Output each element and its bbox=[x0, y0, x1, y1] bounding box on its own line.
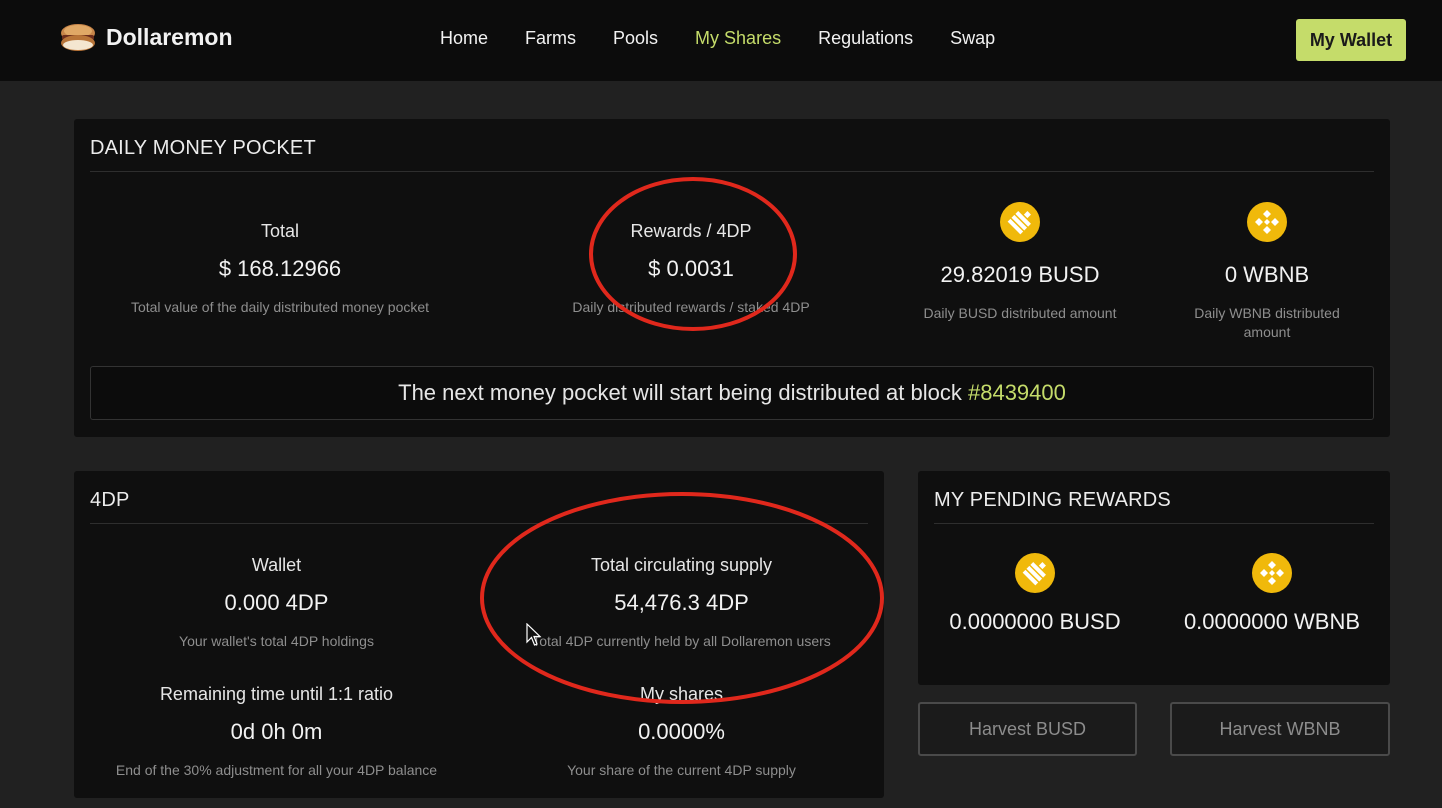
my-shares-stat: My shares 0.0000% Your share of the curr… bbox=[495, 684, 868, 780]
panel-title: DAILY MONEY POCKET bbox=[90, 137, 316, 159]
circulating-supply-stat: Total circulating supply 54,476.3 4DP To… bbox=[495, 555, 868, 651]
remaining-time-stat: Remaining time until 1:1 ratio 0d 0h 0m … bbox=[90, 684, 463, 780]
pending-rewards-panel: MY PENDING REWARDS 0.0000000 BUSD 0.0000… bbox=[918, 471, 1390, 685]
rewards-per-4dp-stat: Rewards / 4DP $ 0.0031 Daily distributed… bbox=[501, 221, 881, 317]
pending-wbnb-value: 0.0000000 WBNB bbox=[1183, 609, 1361, 634]
nav-links: Home Farms Pools My Shares Regulations S… bbox=[440, 28, 1032, 49]
dorayaki-logo-icon bbox=[61, 24, 95, 51]
next-block-text: The next money pocket will start being d… bbox=[398, 380, 962, 405]
bnb-coin-icon bbox=[1247, 202, 1287, 242]
mouse-pointer-icon bbox=[526, 623, 542, 646]
stat-value: 0.000 4DP bbox=[224, 590, 329, 615]
harvest-wbnb-button[interactable]: Harvest WBNB bbox=[1170, 702, 1390, 756]
next-block-banner: The next money pocket will start being d… bbox=[90, 366, 1374, 420]
busd-coin-icon bbox=[1000, 202, 1040, 242]
nav-link-regulations[interactable]: Regulations bbox=[818, 28, 913, 49]
stat-value: $ 0.0031 bbox=[648, 256, 734, 281]
stat-description: End of the 30% adjustment for all your 4… bbox=[115, 762, 438, 778]
busd-coin-icon bbox=[1015, 553, 1055, 593]
nav-link-farms[interactable]: Farms bbox=[525, 28, 576, 49]
nav-link-swap[interactable]: Swap bbox=[950, 28, 995, 49]
divider bbox=[90, 523, 868, 524]
stat-value: 0.0000% bbox=[638, 719, 725, 744]
brand-name: Dollaremon bbox=[106, 23, 233, 50]
pending-busd-stat: 0.0000000 BUSD bbox=[934, 553, 1136, 635]
stat-label: Rewards / 4DP bbox=[630, 221, 752, 241]
wbnb-distributed-stat: 0 WBNB Daily WBNB distributed amount bbox=[1173, 202, 1361, 342]
stat-description: Daily BUSD distributed amount bbox=[923, 305, 1117, 321]
divider bbox=[934, 523, 1374, 524]
panel-title: 4DP bbox=[90, 489, 130, 511]
stat-value: 0d 0h 0m bbox=[230, 719, 323, 744]
total-stat: Total $ 168.12966 Total value of the dai… bbox=[90, 221, 470, 317]
nav-link-home[interactable]: Home bbox=[440, 28, 488, 49]
panel-title: MY PENDING REWARDS bbox=[934, 489, 1171, 511]
divider bbox=[90, 171, 1374, 172]
stat-description: Total value of the daily distributed mon… bbox=[130, 299, 430, 315]
stat-description: Your wallet's total 4DP holdings bbox=[179, 633, 374, 649]
4dp-panel: 4DP Wallet 0.000 4DP Your wallet's total… bbox=[74, 471, 884, 798]
stat-label: Wallet bbox=[251, 555, 302, 575]
stat-value: 29.82019 BUSD bbox=[940, 262, 1100, 287]
daily-money-pocket-panel: DAILY MONEY POCKET Total $ 168.12966 Tot… bbox=[74, 119, 1390, 437]
pending-wbnb-stat: 0.0000000 WBNB bbox=[1170, 553, 1374, 635]
wallet-stat: Wallet 0.000 4DP Your wallet's total 4DP… bbox=[90, 555, 463, 651]
bnb-coin-icon bbox=[1252, 553, 1292, 593]
stat-label: Total circulating supply bbox=[590, 555, 773, 575]
top-navbar: Dollaremon Home Farms Pools My Shares Re… bbox=[0, 0, 1442, 81]
brand[interactable]: Dollaremon bbox=[60, 22, 233, 52]
stat-value: 0 WBNB bbox=[1224, 262, 1310, 287]
pending-busd-value: 0.0000000 BUSD bbox=[949, 609, 1121, 634]
my-wallet-button[interactable]: My Wallet bbox=[1296, 19, 1406, 61]
stat-description: Your share of the current 4DP supply bbox=[567, 762, 796, 778]
stat-label: Total bbox=[260, 221, 300, 241]
next-block-number: #8439400 bbox=[967, 380, 1066, 405]
busd-distributed-stat: 29.82019 BUSD Daily BUSD distributed amo… bbox=[910, 202, 1130, 323]
harvest-busd-button[interactable]: Harvest BUSD bbox=[918, 702, 1137, 756]
stat-value: 54,476.3 4DP bbox=[614, 590, 749, 615]
nav-link-pools[interactable]: Pools bbox=[613, 28, 658, 49]
stat-label: My shares bbox=[639, 684, 724, 704]
stat-description: Daily WBNB distributed amount bbox=[1194, 305, 1340, 340]
stat-description: Total 4DP currently held by all Dollarem… bbox=[532, 633, 831, 649]
stat-label: Remaining time until 1:1 ratio bbox=[159, 684, 394, 704]
stat-description: Daily distributed rewards / staked 4DP bbox=[572, 299, 810, 315]
stat-value: $ 168.12966 bbox=[218, 256, 342, 281]
nav-link-my-shares[interactable]: My Shares bbox=[695, 28, 781, 49]
